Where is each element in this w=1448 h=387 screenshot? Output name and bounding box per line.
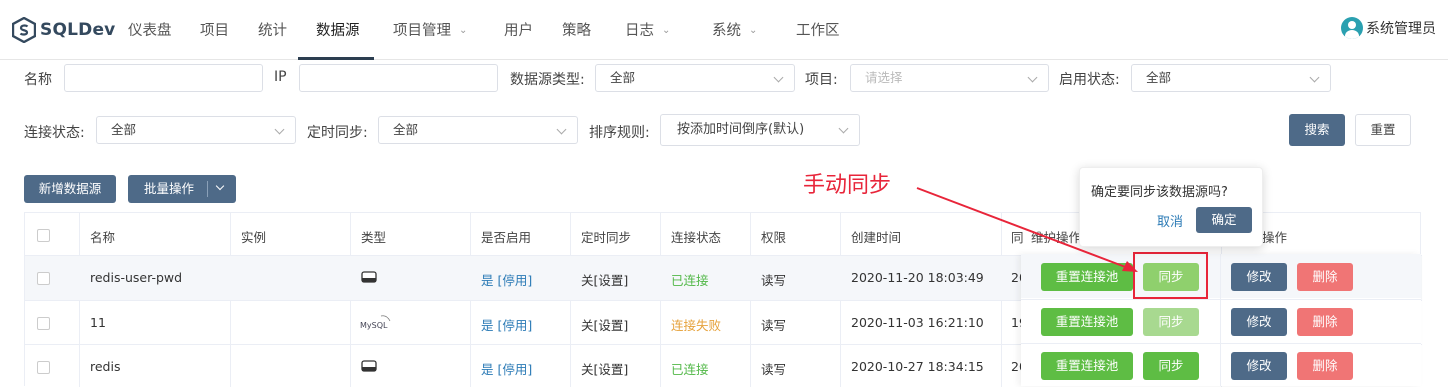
- annotation-arrow: [916, 187, 1138, 272]
